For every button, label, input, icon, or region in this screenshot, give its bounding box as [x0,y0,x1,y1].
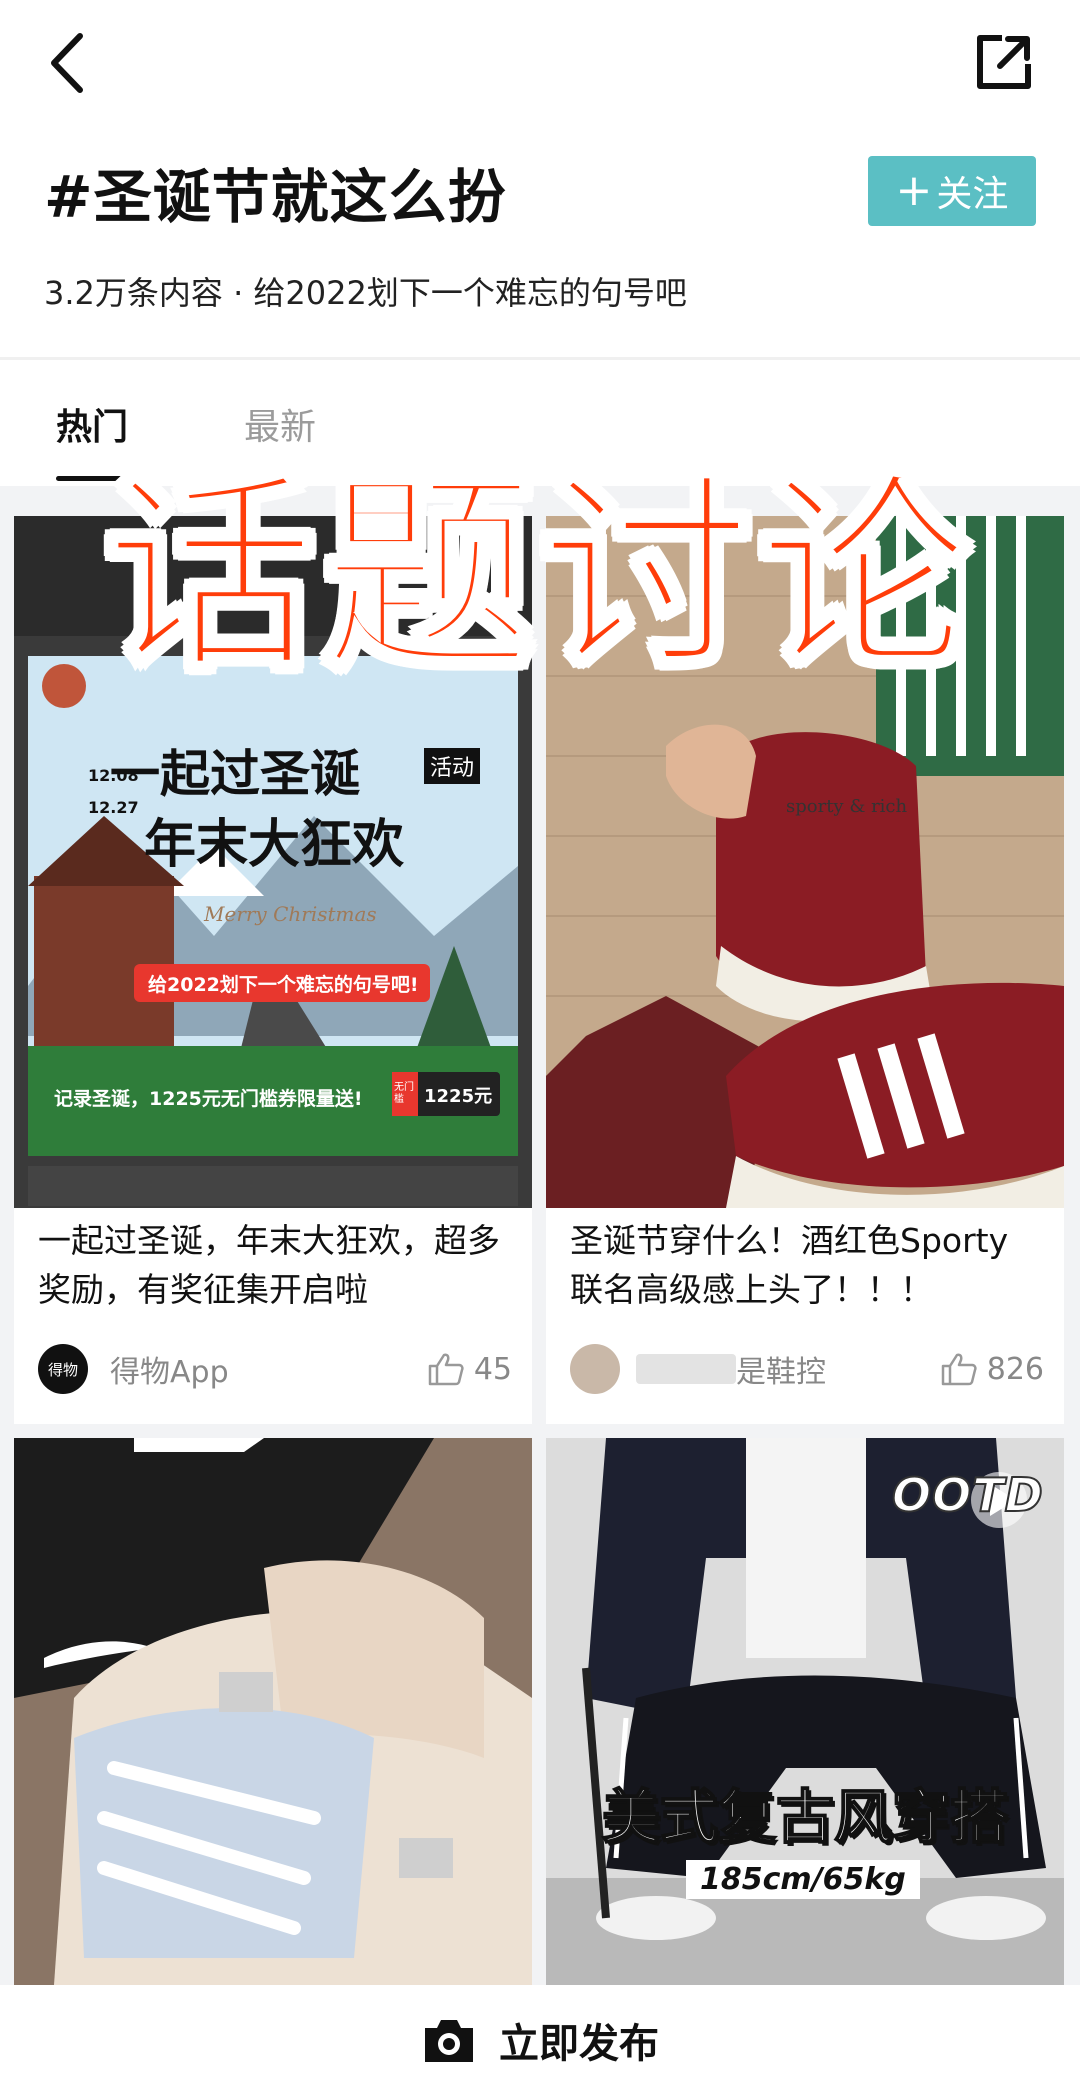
like-button[interactable]: 45 [428,1352,512,1387]
publish-bar[interactable]: 立即发布 [0,1985,1080,2095]
follow-label: 关注 [936,174,1009,215]
camera-icon [425,2020,473,2062]
post-title: 一起过圣诞，年末大狂欢，超多奖励，有奖征集开启啦 [38,1221,500,1309]
outfit-headline: 美式复古风穿搭 [601,1782,1009,1852]
author-name[interactable]: 是鞋控 [736,1347,826,1391]
post-image [14,1438,532,1985]
post-title: 圣诞节穿什么！酒红色Sporty联名高级感上头了！！！ [570,1221,1009,1309]
plus-icon: + [895,165,933,216]
poster-headline-1: 一起过圣诞 [110,745,360,803]
play-icon[interactable] [971,1472,1027,1528]
poster-badge: 活动 [424,748,481,784]
thumbs-up-icon [428,1353,464,1386]
like-count: 45 [473,1351,512,1387]
tab-hot[interactable]: 热门 [56,398,128,450]
poster-footer: 记录圣诞，1225元无门槛券限量送! [54,1088,363,1110]
page-title: #圣诞节就这么扮 [44,163,507,231]
like-count: 826 [986,1351,1044,1387]
back-button[interactable] [38,28,98,98]
like-button[interactable]: 826 [941,1352,1044,1387]
chevron-left-icon [51,33,83,93]
poster-ribbon: 给2022划下一个难忘的句号吧! [148,974,419,996]
avatar[interactable] [570,1344,620,1394]
avatar[interactable]: 得物 [38,1344,88,1394]
poster-headline-2: 年末大狂欢 [144,815,405,875]
poster-coupon-label: 无门槛 [394,1082,414,1105]
topic-subtitle: 3.2万条内容 · 给2022划下一个难忘的句号吧 [44,274,687,312]
shoe-tongue-text: sporty & rich [786,796,908,817]
follow-button[interactable]: + 关注 [868,156,1036,226]
poster-script-text: Merry Christmas [204,902,377,926]
author-name[interactable]: 得物App [110,1347,229,1391]
author-name-blurred [636,1354,736,1384]
poster-date-2: 12.27 [88,798,139,817]
topic-discussion-banner: 话题讨论 [102,452,976,699]
poster-coupon-value: 1225元 [424,1086,493,1107]
share-external-icon [977,35,1031,89]
publish-button-label: 立即发布 [499,2021,659,2067]
post-card[interactable] [14,1438,532,1985]
post-meta: 得物 得物App 45 [38,1342,512,1396]
poster-date-1: 12.08 [88,766,139,785]
share-button[interactable] [972,30,1036,94]
thumbs-up-icon [941,1353,977,1386]
topic-header: #圣诞节就这么扮 + 关注 3.2万条内容 · 给2022划下一个难忘的句号吧 [0,0,1080,360]
outfit-stats: 185cm/65kg [686,1860,920,1899]
tab-new[interactable]: 最新 [244,398,316,450]
post-meta: 是鞋控 826 [570,1342,1044,1396]
post-card[interactable]: OOTD 美式复古风穿搭 185cm/65kg [546,1438,1064,1985]
